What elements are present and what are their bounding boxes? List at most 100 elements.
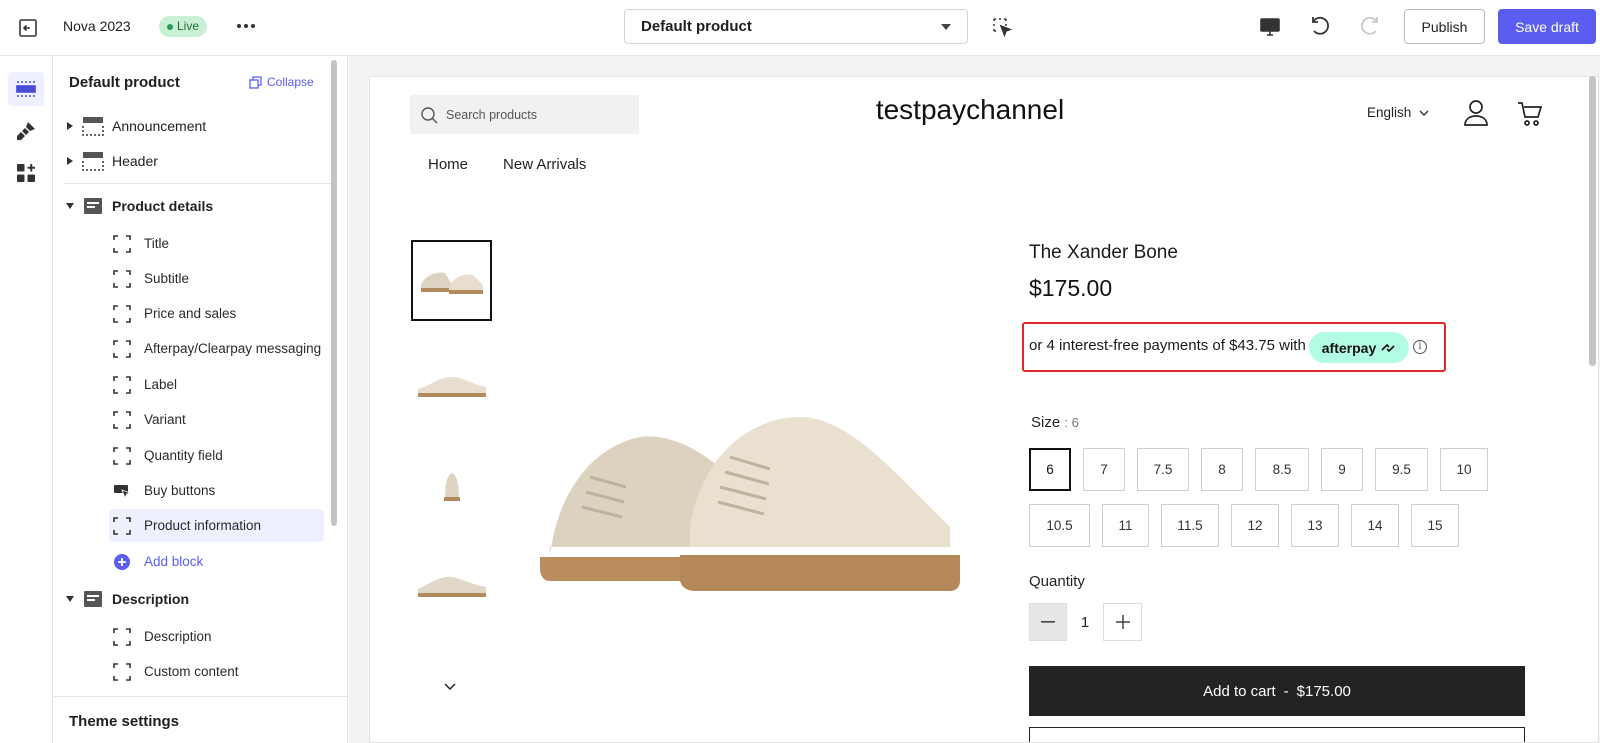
size-option[interactable]: 10.5 [1029, 504, 1090, 547]
afterpay-arrows-icon [1381, 343, 1395, 352]
exit-icon[interactable] [16, 16, 40, 40]
minus-icon [1041, 621, 1055, 623]
add-to-cart-separator: - [1283, 682, 1289, 700]
size-option[interactable]: 12 [1231, 504, 1279, 547]
size-option[interactable]: 7 [1083, 448, 1125, 491]
quantity-label: Quantity [1029, 573, 1085, 590]
cart-icon[interactable] [1517, 101, 1543, 127]
block-price-and-sales[interactable]: Price and sales [109, 297, 324, 330]
size-option[interactable]: 8.5 [1255, 448, 1309, 491]
sidebar-item-label: Product details [112, 198, 214, 214]
size-option[interactable]: 15 [1411, 504, 1459, 547]
block-buy-buttons[interactable]: Buy buttons [109, 474, 324, 507]
block-label: Buy buttons [144, 483, 216, 498]
product-thumbnail[interactable] [411, 445, 492, 526]
sections-icon [16, 81, 36, 97]
theme-settings-footer[interactable]: Theme settings [54, 696, 347, 743]
block-label: Label [144, 377, 178, 392]
size-option[interactable]: 8 [1201, 448, 1243, 491]
preview-scrollbar[interactable] [1589, 76, 1596, 366]
inspect-icon[interactable] [991, 16, 1013, 38]
size-option[interactable]: 11 [1102, 504, 1149, 547]
add-block-button[interactable]: Add block [109, 545, 324, 578]
add-to-cart-price: $175.00 [1296, 682, 1351, 700]
size-option[interactable]: 9 [1321, 448, 1363, 491]
more-options-icon[interactable] [234, 14, 258, 38]
sidebar-title: Default product [69, 74, 180, 91]
size-option[interactable]: 13 [1291, 504, 1339, 547]
sidebar-item-label: Header [112, 153, 158, 169]
size-option[interactable]: 14 [1351, 504, 1399, 547]
collapse-icon [249, 75, 262, 89]
shoe-pair-thumbnail [420, 272, 483, 294]
block-frame-icon [113, 662, 131, 681]
nav-link-home[interactable]: Home [428, 156, 468, 173]
product-thumbnail[interactable] [411, 240, 492, 321]
quantity-increase-button[interactable] [1103, 603, 1142, 641]
product-thumbnail[interactable] [411, 345, 492, 426]
nav-link-new-arrivals[interactable]: New Arrivals [503, 156, 586, 173]
caret-down-icon [64, 596, 76, 602]
template-select[interactable]: Default product [624, 9, 968, 44]
rail-sections-button[interactable] [8, 72, 44, 106]
rail-apps-button[interactable] [8, 156, 44, 190]
publish-button[interactable]: Publish [1404, 9, 1485, 44]
block-product-information[interactable]: Product information [109, 509, 324, 542]
size-option[interactable]: 11.5 [1161, 504, 1219, 547]
block-variant[interactable]: Variant [109, 403, 324, 436]
sidebar-item-announcement[interactable]: Announcement [64, 109, 334, 143]
account-icon[interactable] [1463, 99, 1489, 127]
language-label: English [1367, 105, 1412, 120]
size-option[interactable]: 10 [1440, 448, 1488, 491]
search-placeholder: Search products [446, 107, 538, 122]
caret-right-icon [64, 157, 76, 165]
block-custom-content[interactable]: Custom content [109, 655, 324, 688]
sidebar-divider [64, 183, 334, 184]
block-label: Title [144, 236, 170, 251]
block-frame-icon [113, 516, 131, 535]
desktop-icon[interactable] [1258, 15, 1282, 39]
sidebar-item-description[interactable]: Description [64, 582, 334, 616]
size-option[interactable]: 9.5 [1375, 448, 1428, 491]
add-to-cart-label: Add to cart [1203, 682, 1276, 700]
sidebar-item-header[interactable]: Header [64, 144, 334, 178]
shoe-front-thumbnail [443, 472, 460, 501]
add-to-cart-button[interactable]: Add to cart - $175.00 [1029, 666, 1525, 716]
buy-buttons-icon [114, 484, 131, 499]
sidebar-item-product-details[interactable]: Product details [64, 189, 334, 223]
buy-now-button[interactable] [1029, 727, 1525, 742]
undo-icon[interactable] [1308, 14, 1332, 38]
collapse-button[interactable]: Collapse [249, 75, 314, 89]
store-brand[interactable]: testpaychannel [840, 94, 1100, 126]
store-nav: Home New Arrivals [428, 156, 586, 173]
rail-theme-settings-button[interactable] [8, 114, 44, 148]
block-description[interactable]: Description [109, 620, 324, 653]
theme-name: Nova 2023 [63, 18, 131, 34]
block-frame-icon [113, 410, 131, 429]
size-option[interactable]: 7.5 [1137, 448, 1189, 491]
block-frame-icon [113, 269, 131, 288]
save-draft-button[interactable]: Save draft [1498, 9, 1596, 44]
sidebar-scrollbar[interactable] [331, 60, 337, 526]
block-afterpay-messaging[interactable]: Afterpay/Clearpay messaging [109, 332, 324, 365]
info-icon[interactable]: i [1413, 340, 1427, 354]
quantity-decrease-button[interactable] [1029, 603, 1067, 641]
block-subtitle[interactable]: Subtitle [109, 262, 324, 295]
search-input[interactable]: Search products [410, 95, 639, 134]
block-quantity-field[interactable]: Quantity field [109, 439, 324, 472]
language-selector[interactable]: English [1367, 105, 1429, 120]
sidebar-item-label: Description [112, 591, 190, 607]
product-main-image [540, 417, 960, 591]
size-label: Size : 6 [1031, 414, 1079, 431]
redo-icon[interactable] [1358, 14, 1382, 38]
plus-circle-icon [114, 553, 130, 570]
shoe-angle-thumbnail [417, 576, 486, 597]
afterpay-badge[interactable]: afterpay [1309, 332, 1409, 363]
chevron-down-icon[interactable] [440, 676, 460, 696]
product-thumbnail[interactable] [411, 545, 492, 626]
block-title[interactable]: Title [109, 227, 324, 260]
quantity-input[interactable]: 1 [1067, 603, 1103, 641]
size-option[interactable]: 6 [1029, 448, 1071, 491]
block-label-item[interactable]: Label [109, 368, 324, 401]
block-label: Afterpay/Clearpay messaging [144, 341, 322, 356]
